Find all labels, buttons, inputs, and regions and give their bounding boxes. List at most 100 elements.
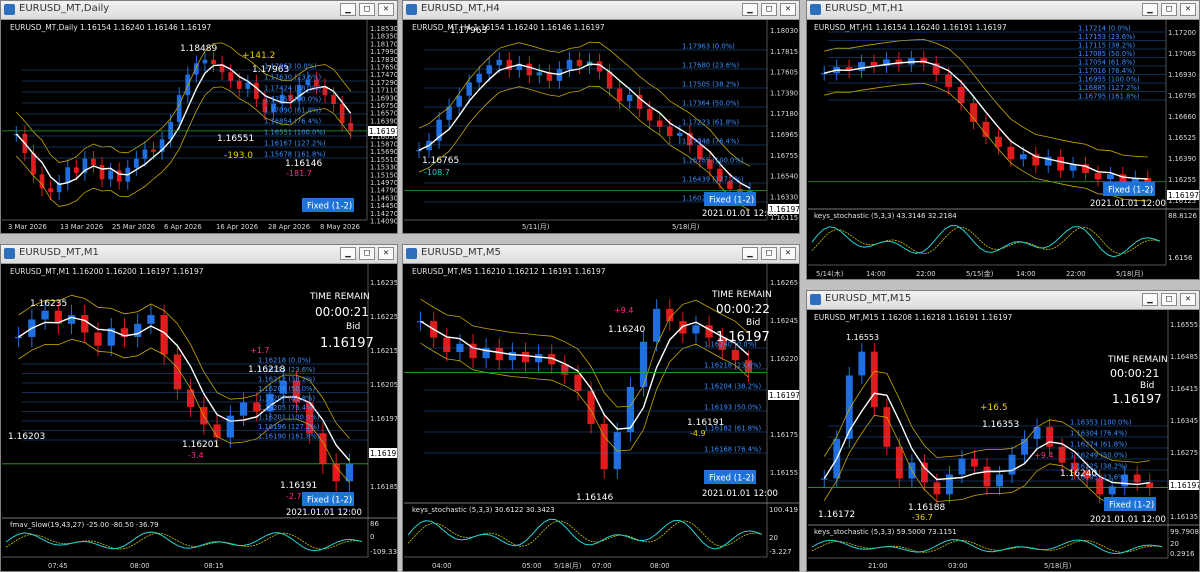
price-axis-label: 1.16525	[1168, 134, 1196, 142]
close-button[interactable]: ✕	[1180, 3, 1196, 16]
chart-window-m1[interactable]: EURUSD_MT,M1 ▁ □ ✕ EURUSD_MT,M1 1.16200 …	[0, 244, 398, 572]
maximize-button[interactable]: □	[359, 3, 375, 16]
close-button[interactable]: ✕	[1180, 293, 1196, 306]
chart-svg[interactable]: EURUSD_MT,M15 1.16208 1.16218 1.16191 1.…	[808, 310, 1200, 572]
candle-body	[48, 188, 53, 193]
chart-svg[interactable]: EURUSD_MT,H4 1.16154 1.16240 1.16146 1.1…	[404, 20, 800, 234]
chart-svg[interactable]: EURUSD_MT,M1 1.16200 1.16200 1.16197 1.1…	[2, 264, 398, 572]
chart-svg[interactable]: EURUSD_MT,Daily 1.16154 1.16240 1.16146 …	[2, 20, 398, 234]
window-titlebar[interactable]: EURUSD_MT,M5 ▁ □ ✕	[403, 245, 799, 264]
current-price: 1.16197	[769, 391, 800, 400]
minimize-button[interactable]: ▁	[1142, 293, 1158, 306]
fixed-button[interactable]: Fixed (1-2)	[709, 196, 754, 206]
minimize-button[interactable]: ▁	[340, 3, 356, 16]
maximize-icon: □	[766, 248, 772, 258]
time-remain-value: 00:00:21	[315, 305, 369, 319]
server-time: 2021.01.01 12:00	[286, 508, 362, 518]
chart-window-icon	[4, 248, 15, 259]
chart-svg[interactable]: EURUSD_MT,H1 1.16154 1.16240 1.16191 1.1…	[808, 20, 1200, 280]
close-button[interactable]: ✕	[378, 3, 394, 16]
price-axis-label: 1.16175	[770, 431, 798, 439]
minimize-button[interactable]: ▁	[742, 247, 758, 260]
candle-body	[616, 88, 623, 102]
chart-window-h4[interactable]: EURUSD_MT,H4 ▁ □ ✕ EURUSD_MT,H4 1.16154 …	[402, 0, 800, 234]
price-axis-label: 1.16540	[770, 173, 798, 181]
window-titlebar[interactable]: EURUSD_MT,Daily ▁ □ ✕	[1, 1, 397, 20]
minimize-button[interactable]: ▁	[742, 3, 758, 16]
price-axis-label: 1.16220	[770, 355, 798, 363]
candle-body	[1008, 454, 1016, 475]
candle-body	[957, 86, 965, 104]
price-axis-label: 1.17200	[1168, 29, 1196, 37]
minimize-button[interactable]: ▁	[1142, 3, 1158, 16]
fixed-button[interactable]: Fixed (1-2)	[1108, 186, 1153, 196]
chart-window-m15[interactable]: EURUSD_MT,M15 ▁ □ ✕ EURUSD_MT,M15 1.1620…	[806, 290, 1200, 572]
time-axis-label: 5/18(月)	[1044, 562, 1072, 570]
chart-plot-area[interactable]: EURUSD_MT,M15 1.16208 1.16218 1.16191 1.…	[808, 310, 1200, 572]
time-axis-label: 5/15(金)	[966, 269, 994, 278]
candle-body	[692, 325, 700, 334]
time-axis-label: 16 Apr 2026	[216, 223, 258, 231]
close-button[interactable]: ✕	[378, 247, 394, 260]
fib-level-label: 1.17085 (50.0%)	[1078, 50, 1136, 58]
candle-body	[858, 61, 865, 71]
maximize-icon: □	[364, 248, 370, 258]
pips-up-label: +1.7	[250, 346, 269, 355]
fixed-button[interactable]: Fixed (1-2)	[709, 474, 754, 484]
current-price: 1.16197	[1168, 191, 1199, 200]
window-titlebar[interactable]: EURUSD_MT,H4 ▁ □ ✕	[403, 1, 799, 20]
chart-plot-area[interactable]: EURUSD_MT,M5 1.16210 1.16212 1.16191 1.1…	[404, 264, 800, 572]
fib-level-label: 1.17364 (50.0%)	[682, 100, 740, 108]
chart-plot-area[interactable]: EURUSD_MT,H1 1.16154 1.16240 1.16191 1.1…	[808, 20, 1200, 280]
chart-window-icon	[810, 294, 821, 305]
symbol-header: EURUSD_MT,H1 1.16154 1.16240 1.16191 1.1…	[814, 23, 1007, 32]
fib-level-label: 1.16439 (127.2%)	[682, 176, 744, 184]
candle-body	[202, 59, 208, 64]
fib-level-label: 1.16765 (100.0%)	[682, 157, 744, 165]
window-title: EURUSD_MT,M5	[421, 247, 501, 258]
fib-low-label: 1.16551	[217, 134, 254, 144]
fib-level-label: 1.16167 (127.2%)	[264, 140, 326, 148]
close-button[interactable]: ✕	[780, 247, 796, 260]
minimize-button[interactable]: ▁	[340, 247, 356, 260]
candle-body	[176, 95, 182, 122]
chart-plot-area[interactable]: EURUSD_MT,M1 1.16200 1.16200 1.16197 1.1…	[2, 264, 398, 572]
chart-window-daily[interactable]: EURUSD_MT,Daily ▁ □ ✕ EURUSD_MT,Daily 1.…	[0, 0, 398, 234]
bid-value: 1.16197	[320, 336, 374, 351]
price-axis-label: 1.16755	[770, 152, 798, 160]
maximize-button[interactable]: □	[1161, 293, 1177, 306]
stoch-axis-bottom: -3.227	[769, 548, 792, 556]
chart-window-icon	[4, 4, 15, 15]
maximize-button[interactable]: □	[761, 247, 777, 260]
price-axis-label: 1.16185	[370, 483, 398, 491]
fixed-button[interactable]: Fixed (1-2)	[1109, 501, 1154, 511]
window-titlebar[interactable]: EURUSD_MT,H1 ▁ □ ✕	[807, 1, 1199, 20]
left-price-label: 1.16203	[8, 432, 45, 442]
window-titlebar[interactable]: EURUSD_MT,M15 ▁ □ ✕	[807, 291, 1199, 310]
fib-level-label: 1.17048 (76.4%)	[682, 138, 740, 146]
window-title: EURUSD_MT,H4	[421, 3, 500, 14]
fib-level-label: 1.16218 (23.6%)	[704, 362, 762, 370]
candle-body	[626, 94, 633, 102]
fib-level-label: 1.16212 (38.2%)	[258, 376, 316, 384]
chart-svg[interactable]: EURUSD_MT,M5 1.16210 1.16212 1.16191 1.1…	[404, 264, 800, 572]
time-remain-value: 00:00:22	[716, 302, 770, 316]
chart-plot-area[interactable]: EURUSD_MT,Daily 1.16154 1.16240 1.16146 …	[2, 20, 398, 234]
fixed-button[interactable]: Fixed (1-2)	[307, 496, 352, 506]
price-axis[interactable]: 1.17200 1.17065 1.16930 1.16795 1.16660 1.165…	[1168, 29, 1196, 205]
window-titlebar[interactable]: EURUSD_MT,M1 ▁ □ ✕	[1, 245, 397, 264]
chart-plot-area[interactable]: EURUSD_MT,H4 1.16154 1.16240 1.16146 1.1…	[404, 20, 800, 234]
fixed-button[interactable]: Fixed (1-2)	[307, 202, 352, 212]
chart-window-m5[interactable]: EURUSD_MT,M5 ▁ □ ✕ EURUSD_MT,M5 1.16210 …	[402, 244, 800, 572]
chart-window-h1[interactable]: EURUSD_MT,H1 ▁ □ ✕ EURUSD_MT,H1 1.16154 …	[806, 0, 1200, 280]
maximize-button[interactable]: □	[359, 247, 375, 260]
time-axis[interactable]: 3 Mar 2026 13 Mar 2026 25 Mar 2026 6 Apr 20…	[8, 223, 360, 231]
close-button[interactable]: ✕	[780, 3, 796, 16]
stoch-header: keys_stochastic (5,3,3) 30.6122 30.3423	[412, 506, 555, 514]
price-axis[interactable]: 1.185301.183501.181701.179901.178301.176…	[370, 25, 398, 226]
fib-level-label: 1.16205 (76.4%)	[258, 404, 316, 412]
maximize-button[interactable]: □	[1161, 3, 1177, 16]
maximize-button[interactable]: □	[761, 3, 777, 16]
candle-body	[1019, 154, 1027, 160]
fib-level-label: 1.16190 (161.8%)	[258, 433, 320, 441]
